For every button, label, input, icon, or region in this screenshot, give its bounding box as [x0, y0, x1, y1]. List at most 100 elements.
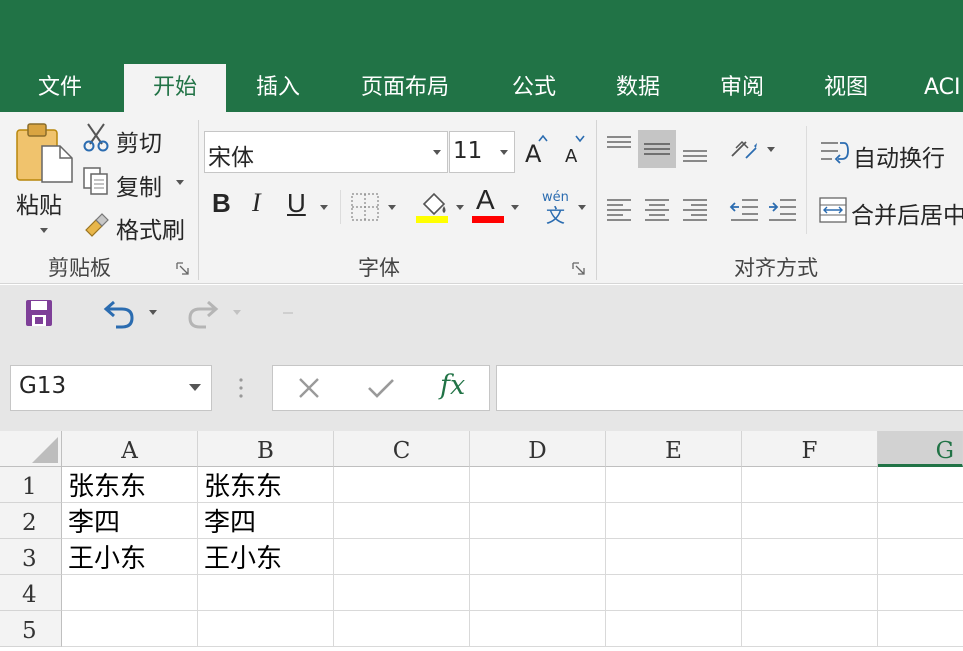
cell-g4[interactable] [878, 575, 963, 611]
cell-d3[interactable] [470, 539, 606, 575]
font-launcher-icon[interactable] [572, 262, 586, 276]
tab-file[interactable]: 文件 [14, 64, 106, 112]
column-header-d[interactable]: D [470, 431, 606, 467]
insert-function-button[interactable]: fx [440, 370, 465, 401]
cell-b5[interactable] [198, 611, 334, 647]
align-left-icon[interactable] [604, 196, 634, 222]
name-box-dropdown-icon[interactable] [189, 384, 201, 391]
undo-icon[interactable] [102, 297, 136, 329]
cell-g2[interactable] [878, 503, 963, 539]
cell-f5[interactable] [742, 611, 878, 647]
name-box[interactable]: G13 [10, 365, 212, 411]
tab-page-layout[interactable]: 页面布局 [346, 64, 464, 112]
group-divider [198, 120, 199, 280]
column-header-b[interactable]: B [198, 431, 334, 467]
font-color-label: A [476, 184, 495, 215]
name-box-value: G13 [19, 373, 67, 399]
save-icon[interactable] [24, 298, 54, 328]
row-header[interactable]: 1 [0, 467, 62, 503]
cell-c3[interactable] [334, 539, 470, 575]
cell-e1[interactable] [606, 467, 742, 503]
underline-dropdown-icon[interactable] [320, 205, 328, 210]
copy-label: 复制 [116, 175, 162, 201]
orientation-icon[interactable] [728, 134, 762, 164]
phonetic-dropdown-icon[interactable] [578, 205, 586, 210]
font-name-box[interactable]: 宋体 [204, 131, 448, 173]
formula-input[interactable] [496, 365, 963, 411]
borders-icon[interactable] [350, 192, 380, 222]
cell-a1[interactable]: 张东东 [62, 467, 198, 503]
cell-f2[interactable] [742, 503, 878, 539]
column-header-e[interactable]: E [606, 431, 742, 467]
cell-f1[interactable] [742, 467, 878, 503]
cell-d5[interactable] [470, 611, 606, 647]
cell-c4[interactable] [334, 575, 470, 611]
column-header-a[interactable]: A [62, 431, 198, 467]
cell-a3[interactable]: 王小东 [62, 539, 198, 575]
cell-f4[interactable] [742, 575, 878, 611]
borders-dropdown-icon[interactable] [388, 205, 396, 210]
row-header[interactable]: 3 [0, 539, 62, 575]
tab-acrobat[interactable]: ACI [924, 64, 963, 112]
align-center-icon[interactable] [642, 196, 672, 222]
cell-c1[interactable] [334, 467, 470, 503]
undo-dropdown-icon[interactable] [149, 310, 157, 315]
font-size-box[interactable]: 11 [449, 131, 515, 173]
tab-view[interactable]: 视图 [806, 64, 886, 112]
align-middle-highlight[interactable] [638, 130, 676, 168]
cell-a2[interactable]: 李四 [62, 503, 198, 539]
italic-button[interactable]: I [252, 188, 261, 218]
font-color-dropdown-icon[interactable] [511, 205, 519, 210]
align-right-icon[interactable] [680, 196, 710, 222]
cell-d4[interactable] [470, 575, 606, 611]
cancel-entry-icon[interactable] [296, 376, 322, 400]
column-header-c[interactable]: C [334, 431, 470, 467]
cell-g1[interactable] [878, 467, 963, 503]
cell-f3[interactable] [742, 539, 878, 575]
tab-insert[interactable]: 插入 [236, 64, 320, 112]
increase-indent-icon[interactable] [766, 196, 798, 222]
align-top-icon[interactable] [604, 134, 634, 158]
cell-a4[interactable] [62, 575, 198, 611]
cell-e5[interactable] [606, 611, 742, 647]
bold-button[interactable]: B [212, 188, 231, 219]
cell-b1[interactable]: 张东东 [198, 467, 334, 503]
clipboard-launcher-icon[interactable] [176, 262, 190, 276]
cell-d2[interactable] [470, 503, 606, 539]
fill-color-dropdown-icon[interactable] [456, 205, 464, 210]
cell-c2[interactable] [334, 503, 470, 539]
cell-c5[interactable] [334, 611, 470, 647]
column-header-f[interactable]: F [742, 431, 878, 467]
orientation-dropdown-icon[interactable] [767, 147, 775, 152]
cell-g3[interactable] [878, 539, 963, 575]
cell-g5[interactable] [878, 611, 963, 647]
formula-bar-splitter-icon[interactable] [237, 376, 245, 400]
cell-e2[interactable] [606, 503, 742, 539]
row-header[interactable]: 5 [0, 611, 62, 647]
align-bottom-icon[interactable] [680, 140, 710, 164]
cell-b2[interactable]: 李四 [198, 503, 334, 539]
confirm-entry-icon[interactable] [366, 376, 396, 400]
font-name-value: 宋体 [208, 145, 254, 171]
tab-home[interactable]: 开始 [124, 64, 226, 112]
tab-data[interactable]: 数据 [598, 64, 678, 112]
select-all-button[interactable] [0, 431, 62, 467]
row-header[interactable]: 4 [0, 575, 62, 611]
font-name-dropdown-icon[interactable] [433, 150, 441, 155]
font-size-dropdown-icon[interactable] [500, 150, 508, 155]
tab-review[interactable]: 审阅 [702, 64, 782, 112]
underline-button[interactable]: U [287, 188, 306, 219]
row-header[interactable]: 2 [0, 503, 62, 539]
redo-icon[interactable] [186, 297, 220, 329]
cell-e3[interactable] [606, 539, 742, 575]
tab-formulas[interactable]: 公式 [494, 64, 574, 112]
redo-dropdown-icon[interactable] [233, 310, 241, 315]
cell-b4[interactable] [198, 575, 334, 611]
cell-b3[interactable]: 王小东 [198, 539, 334, 575]
decrease-indent-icon[interactable] [728, 196, 760, 222]
cell-e4[interactable] [606, 575, 742, 611]
column-header-g[interactable]: G [878, 431, 963, 467]
cell-a5[interactable] [62, 611, 198, 647]
cell-d1[interactable] [470, 467, 606, 503]
customize-toolbar-icon[interactable] [283, 312, 293, 314]
